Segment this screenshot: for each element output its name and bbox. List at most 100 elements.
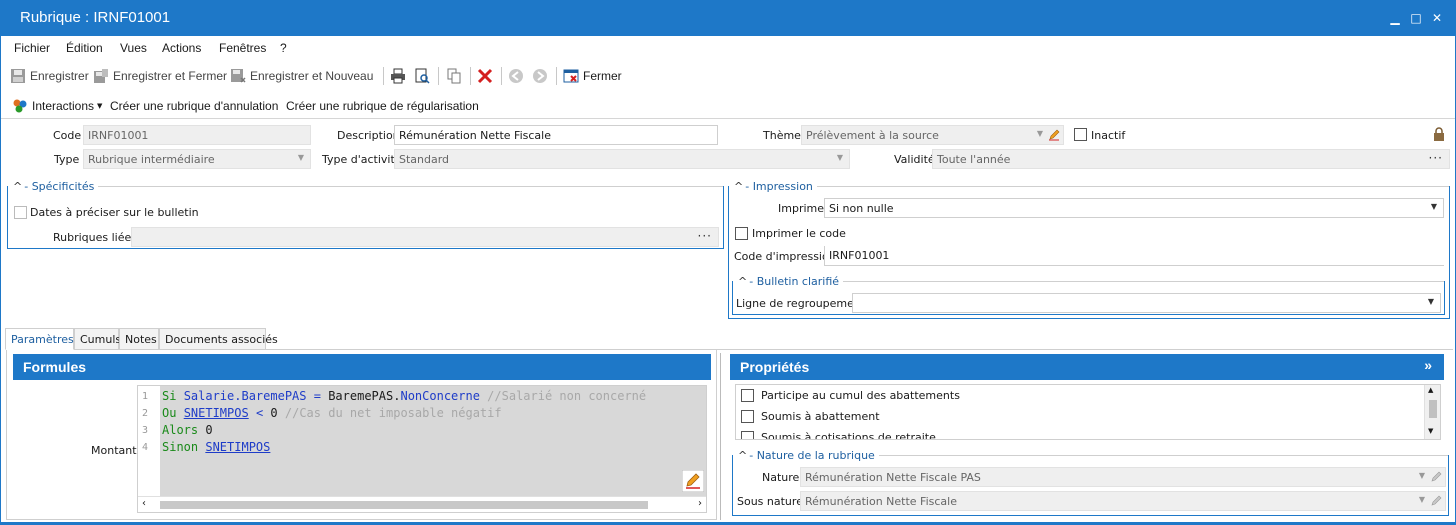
property-checkbox[interactable] — [741, 431, 754, 439]
theme-select[interactable]: Prélèvement à la source ▼ — [801, 125, 1064, 145]
linked-rubrics-label: Rubriques liées — [53, 231, 138, 244]
menu-help[interactable]: ? — [280, 41, 287, 55]
description-field[interactable]: Rémunération Nette Fiscale — [394, 125, 718, 145]
property-row[interactable]: Participe au cumul des abattements — [736, 385, 1424, 406]
amount-label: Montant — [91, 444, 137, 457]
type-select[interactable]: Rubrique intermédiaire ▼ — [83, 149, 311, 169]
menu-vues[interactable]: Vues — [120, 41, 147, 55]
print-button[interactable] — [390, 67, 410, 85]
impression-title[interactable]: ^ - Impression — [730, 180, 817, 193]
close-icon[interactable]: ✕ — [1429, 10, 1445, 26]
code-token: Sinon — [162, 440, 206, 454]
menu-bar: Fichier Édition Vues Actions Fenêtres ? — [1, 36, 1455, 60]
scroll-thumb[interactable] — [160, 501, 648, 509]
code-token: 0 — [205, 423, 213, 437]
caret-up-icon: ^ — [738, 275, 748, 288]
bulletin-title[interactable]: ^ - Bulletin clarifié — [734, 275, 844, 288]
tab-notes[interactable]: Notes — [119, 328, 159, 350]
print-code-checkbox[interactable] — [735, 227, 748, 240]
code-token: NonConcerne — [400, 389, 480, 403]
next-button[interactable] — [532, 67, 552, 85]
scroll-right-icon[interactable]: › — [698, 498, 702, 509]
tab-cumuls[interactable]: Cumuls — [74, 328, 121, 350]
property-row[interactable]: Soumis à abattement — [736, 406, 1424, 427]
subnature-select[interactable]: Rémunération Nette Fiscale ▼ — [800, 491, 1446, 511]
create-cancel-rubric-button[interactable]: Créer une rubrique d'annulation — [110, 99, 278, 113]
code-token: Salarie.BaremePAS — [183, 389, 307, 403]
create-regul-rubric-button[interactable]: Créer une rubrique de régularisation — [286, 99, 479, 113]
edit-pencil-icon[interactable] — [1430, 471, 1442, 483]
validity-field[interactable]: Toute l'année ··· — [932, 149, 1450, 169]
line-number: 1 — [142, 391, 149, 402]
chevron-down-icon: ▼ — [1036, 129, 1043, 138]
inactive-checkbox[interactable] — [1074, 128, 1087, 141]
toolbar-separator — [501, 67, 502, 85]
minimize-icon[interactable]: ▁ — [1387, 10, 1403, 26]
maximize-icon[interactable]: □ — [1408, 10, 1424, 26]
print-label: Imprimer — [778, 202, 829, 215]
code-token: Ou — [162, 406, 184, 420]
nature-title-text: Nature de la rubrique — [756, 449, 875, 462]
ellipsis-icon[interactable]: ··· — [698, 229, 712, 243]
code-value: IRNF01001 — [88, 129, 149, 142]
scroll-down-icon[interactable]: ▼ — [1428, 427, 1433, 435]
menu-actions[interactable]: Actions — [162, 41, 201, 55]
close-form-label: Fermer — [583, 69, 622, 83]
delete-button[interactable] — [477, 67, 497, 85]
nature-title[interactable]: ^ - Nature de la rubrique — [734, 449, 879, 462]
line-number: 3 — [142, 425, 149, 436]
scroll-up-icon[interactable]: ▲ — [1428, 386, 1433, 394]
proprietes-title: Propriétés — [740, 359, 810, 375]
caret-up-icon: ^ — [738, 449, 748, 462]
variable-link[interactable]: SNETIMPOS — [205, 440, 270, 454]
save-close-button[interactable]: Enregistrer et Fermer — [93, 67, 227, 85]
dates-checkbox[interactable] — [14, 206, 27, 219]
save-new-button[interactable]: Enregistrer et Nouveau — [230, 67, 373, 85]
nature-select[interactable]: Rémunération Nette Fiscale PAS ▼ — [800, 467, 1446, 487]
edit-pencil-icon[interactable] — [1430, 495, 1442, 507]
menu-fenetres[interactable]: Fenêtres — [219, 41, 266, 55]
tab-parametres[interactable]: Paramètres — [5, 328, 74, 350]
tab-documents[interactable]: Documents associés — [159, 328, 278, 350]
close-form-button[interactable]: Fermer — [563, 67, 622, 85]
menu-edition[interactable]: Édition — [66, 41, 103, 55]
floppy-icon — [11, 69, 25, 83]
scroll-thumb[interactable] — [1429, 400, 1437, 418]
scroll-left-icon[interactable]: ‹ — [142, 498, 146, 509]
edit-pencil-icon[interactable] — [1048, 129, 1060, 141]
previous-button[interactable] — [508, 67, 528, 85]
close-form-icon — [563, 69, 579, 83]
line-number: 4 — [142, 442, 149, 453]
regroup-select[interactable]: ▼ — [852, 293, 1441, 313]
print-preview-button[interactable] — [414, 67, 434, 85]
property-label: Soumis à abattement — [761, 410, 880, 423]
property-checkbox[interactable] — [741, 389, 754, 402]
print-code-field[interactable]: IRNF01001 — [824, 246, 1444, 266]
linked-rubrics-field[interactable]: ··· — [131, 227, 719, 247]
activity-type-select[interactable]: Standard ▼ — [394, 149, 850, 169]
specificites-title[interactable]: ^ - Spécificités — [9, 180, 99, 193]
formula-editor[interactable]: 1 2 3 4 Si Salarie.BaremePAS = BaremePAS… — [137, 385, 707, 513]
property-row[interactable]: Soumis à cotisations de retraite — [736, 427, 1424, 439]
horizontal-scrollbar[interactable]: ‹ › — [138, 496, 706, 512]
interactions-menu[interactable]: Interactions — [32, 99, 94, 113]
code-token: Si — [162, 389, 184, 403]
save-button[interactable]: Enregistrer — [10, 67, 89, 85]
variable-link[interactable]: SNETIMPOS — [184, 406, 249, 420]
lock-icon[interactable] — [1433, 127, 1445, 141]
printer-icon — [391, 68, 405, 84]
panel-splitter[interactable] — [720, 353, 721, 520]
caret-up-icon: ^ — [13, 180, 23, 193]
print-select[interactable]: Si non nulle ▼ — [824, 198, 1444, 218]
vertical-scrollbar[interactable]: ▲ ▼ — [1424, 385, 1440, 439]
ellipsis-icon[interactable]: ··· — [1429, 151, 1443, 165]
menu-fichier[interactable]: Fichier — [14, 41, 50, 55]
bottom-border — [1, 522, 1455, 524]
caret-up-icon: ^ — [734, 180, 744, 193]
expand-double-chevron-icon[interactable]: » — [1424, 357, 1432, 373]
copy-button[interactable] — [446, 67, 466, 85]
edit-formula-icon[interactable] — [682, 470, 704, 492]
property-checkbox[interactable] — [741, 410, 754, 423]
code-token: 0 — [270, 406, 278, 420]
code-field[interactable]: IRNF01001 — [83, 125, 311, 145]
